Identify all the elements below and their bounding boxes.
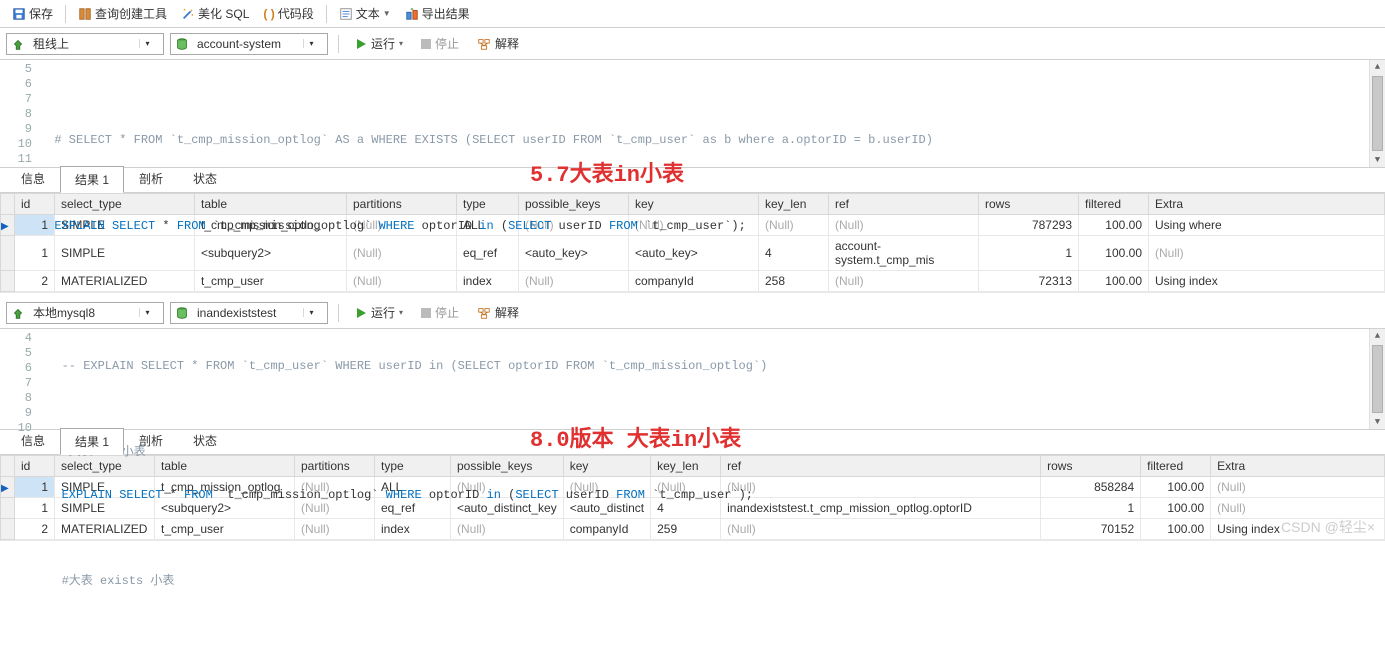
explain-icon (477, 37, 491, 51)
query-builder-label: 查询创建工具 (95, 5, 167, 22)
stop-button[interactable]: 停止 (415, 33, 465, 54)
scroll-up-icon[interactable]: ▲ (1370, 329, 1385, 343)
chevron-down-icon[interactable]: ▾ (303, 39, 319, 48)
query-builder-button[interactable]: 查询创建工具 (72, 3, 173, 24)
separator (338, 35, 339, 53)
text-icon (339, 7, 353, 21)
database-icon (171, 37, 193, 51)
line-gutter: 45678910 (0, 329, 40, 429)
tab-result[interactable]: 结果 1 (60, 428, 124, 455)
row-marker (1, 271, 15, 292)
row-marker (1, 498, 15, 519)
connection-combo[interactable]: 租线上 ▾ (6, 33, 164, 55)
main-toolbar: 保存 查询创建工具 美化 SQL ( ) 代码段 文本 ▼ 导出结果 (0, 0, 1385, 28)
separator (65, 5, 66, 23)
export-icon (405, 7, 419, 21)
explain-button[interactable]: 解释 (471, 33, 525, 54)
vertical-scrollbar[interactable]: ▲ ▼ (1369, 329, 1385, 429)
snippet-label: 代码段 (278, 5, 314, 22)
sql-code[interactable]: -- EXPLAIN SELECT * FROM `t_cmp_user` WH… (40, 329, 1369, 429)
sql-editor-1[interactable]: 567891011 # SELECT * FROM `t_cmp_mission… (0, 60, 1385, 167)
stop-icon (421, 39, 431, 49)
scroll-down-icon[interactable]: ▼ (1370, 415, 1385, 429)
play-icon (355, 38, 367, 50)
connection-row-1: 租线上 ▾ account-system ▾ 运行 ▾ 停止 解释 (0, 28, 1385, 60)
run-label: 运行 (371, 35, 395, 52)
sql-editor-2[interactable]: 45678910 -- EXPLAIN SELECT * FROM `t_cmp… (0, 329, 1385, 429)
tab-result[interactable]: 结果 1 (60, 166, 124, 193)
plug-icon (7, 37, 29, 51)
chevron-down-icon: ▼ (383, 9, 391, 18)
stop-label: 停止 (435, 35, 459, 52)
row-marker: ▶ (1, 215, 15, 236)
row-header-corner (1, 194, 15, 215)
query-builder-icon (78, 7, 92, 21)
row-marker (1, 519, 15, 540)
snippet-button[interactable]: ( ) 代码段 (257, 3, 319, 24)
beautify-label: 美化 SQL (198, 5, 249, 22)
query-panel-2: 本地mysql8 ▾ inandexiststest ▾ 运行 ▾ 停止 解释 … (0, 297, 1385, 541)
explain-label: 解释 (495, 35, 519, 52)
separator (326, 5, 327, 23)
scroll-down-icon[interactable]: ▼ (1370, 153, 1385, 167)
wand-icon (181, 7, 195, 21)
database-combo[interactable]: account-system ▾ (170, 33, 328, 55)
text-label: 文本 (356, 5, 380, 22)
query-panel-1: 租线上 ▾ account-system ▾ 运行 ▾ 停止 解释 567891… (0, 28, 1385, 293)
row-header-corner (1, 456, 15, 477)
text-mode-button[interactable]: 文本 ▼ (333, 3, 397, 24)
beautify-sql-button[interactable]: 美化 SQL (175, 3, 255, 24)
scroll-thumb[interactable] (1372, 345, 1383, 413)
save-icon (12, 7, 26, 21)
export-button[interactable]: 导出结果 (399, 3, 476, 24)
run-button[interactable]: 运行 ▾ (349, 33, 409, 54)
save-label: 保存 (29, 5, 53, 22)
row-marker (1, 236, 15, 271)
sql-code[interactable]: # SELECT * FROM `t_cmp_mission_optlog` A… (40, 60, 1369, 167)
save-button[interactable]: 保存 (6, 3, 59, 24)
parens-icon: ( ) (263, 7, 274, 21)
line-gutter: 567891011 (0, 60, 40, 167)
chevron-down-icon: ▾ (399, 39, 403, 48)
plug-icon (7, 306, 29, 320)
chevron-down-icon[interactable]: ▾ (139, 39, 155, 48)
vertical-scrollbar[interactable]: ▲ ▼ (1369, 60, 1385, 167)
scroll-up-icon[interactable]: ▲ (1370, 60, 1385, 74)
scroll-thumb[interactable] (1372, 76, 1383, 151)
export-label: 导出结果 (422, 5, 470, 22)
connection-name: 租线上 (29, 35, 139, 52)
database-name: account-system (193, 37, 303, 51)
row-marker: ▶ (1, 477, 15, 498)
